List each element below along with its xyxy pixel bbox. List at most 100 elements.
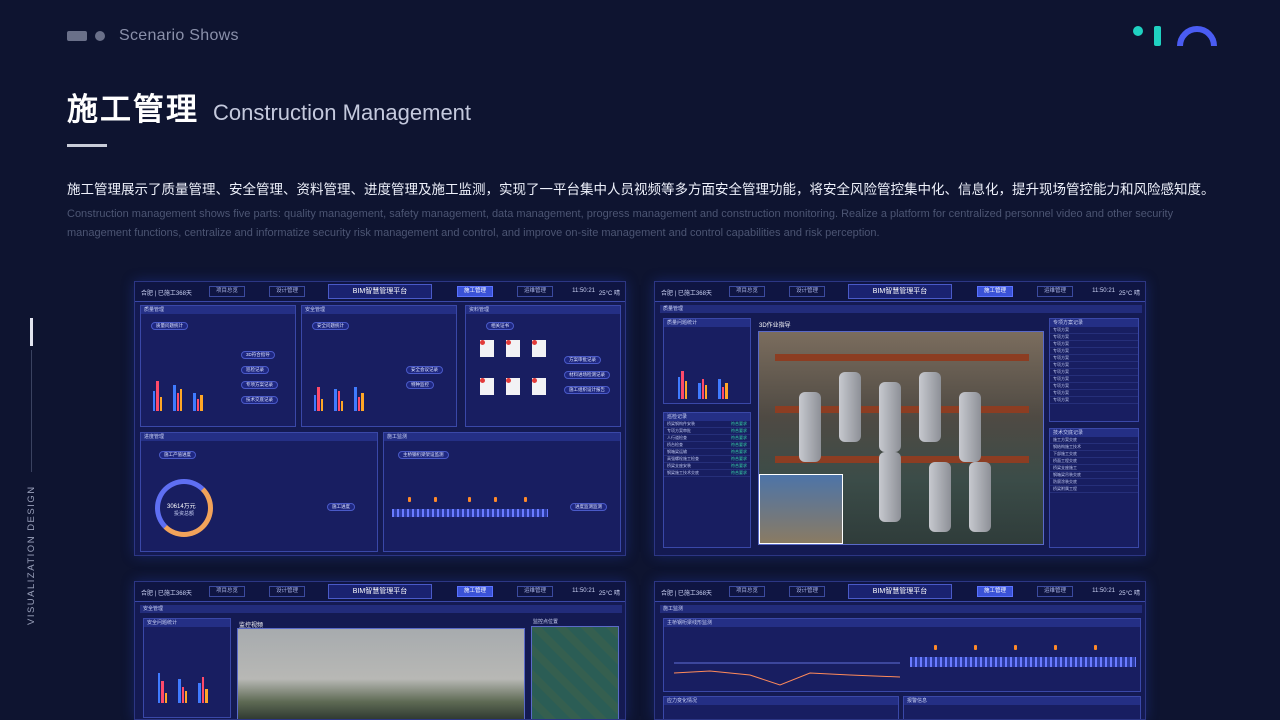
panel-title: 施工监测 [384,433,620,441]
nav-construction[interactable]: 施工管理 [977,586,1013,597]
plan-record-button[interactable]: 专项方案记录 [241,381,278,389]
nav-overview[interactable]: 项目总览 [729,286,765,297]
nav-overview[interactable]: 项目总览 [209,586,245,597]
title-divider [67,144,107,147]
monitor-button[interactable]: 进度监测监测 [570,503,607,511]
list-item[interactable]: 专项方案 [1050,327,1138,334]
list-item[interactable]: 施工方案交底 [1050,437,1138,444]
pdf-file-icon[interactable] [480,340,494,357]
org-design-button[interactable]: 施工组织设计报告 [564,386,610,394]
pile [839,372,861,442]
list-item[interactable]: 桥梁支座施工 [1050,465,1138,472]
monitor-map[interactable] [531,626,619,719]
panel-title: 质量问题统计 [664,319,750,327]
pdf-file-icon[interactable] [532,340,546,357]
dashboard-header: 合肥 | 已施工368天 项目总览 设计管理 BIM智慧管理平台 施工管理 运维… [135,582,625,602]
tech-record-button[interactable]: 技术交底记录 [241,396,278,404]
pile [919,372,941,442]
list-item[interactable]: 钢梁施工技术交底 符合要求 [664,470,750,477]
list-item[interactable]: 钢结构施工技术 [1050,444,1138,451]
list-item[interactable]: 防腐涂装交底 [1050,479,1138,486]
safety-bar-chart [158,659,208,703]
inspection-button[interactable]: 巡检记录 [241,366,269,374]
nav-design[interactable]: 设计管理 [269,286,305,297]
list-item[interactable]: 专项方案 [1050,390,1138,397]
list-item[interactable]: 桥梁钢构件安装 符合要求 [664,421,750,428]
nav-design[interactable]: 设计管理 [789,286,825,297]
dashboard-header: 合肥 | 已施工368天 项目总览 设计管理 BIM智慧管理平台 施工管理 运维… [135,282,625,302]
list-item[interactable]: 桥梁支座安装 符合要求 [664,463,750,470]
list-item[interactable]: 高强螺栓施工检查 符合要求 [664,456,750,463]
site-photo-inset[interactable] [759,474,843,544]
panel-title: 应力变化情况 [664,697,898,705]
list-item[interactable]: 桥面工程交底 [1050,458,1138,465]
safety-meeting-button[interactable]: 安全会议记录 [406,366,443,374]
section-dot-icon [95,31,105,41]
section-label: Scenario Shows [119,27,239,44]
clock-text: 11:50:21 [572,588,595,594]
guidance-button[interactable]: 3D符合指导 [241,351,275,359]
nav-design[interactable]: 设计管理 [269,586,305,597]
nav-operation[interactable]: 运维管理 [1037,286,1073,297]
nav-construction[interactable]: 施工管理 [457,586,493,597]
list-item[interactable]: 专项方案 [1050,348,1138,355]
line-monitor-panel: 主桥钢桁梁线形监测 [663,618,1141,692]
list-item[interactable]: 人行道检查 符合要求 [664,435,750,442]
monitor-point-icon[interactable] [934,645,937,650]
list-item[interactable]: 专项方案 [1050,334,1138,341]
dashboard-card-quality: 合肥 | 已施工368天 项目总览 设计管理 BIM智慧管理平台 施工管理 运维… [654,281,1146,556]
nav-overview[interactable]: 项目总览 [729,586,765,597]
monitor-point-icon[interactable] [408,497,411,502]
weather-text: 25°C 晴 [598,291,620,297]
nav-operation[interactable]: 运维管理 [517,286,553,297]
3d-guidance-view[interactable] [758,331,1044,545]
monitor-point-icon[interactable] [1054,645,1057,650]
monitor-point-icon[interactable] [1094,645,1097,650]
stress-panel: 应力变化情况 [663,696,899,719]
nav-construction[interactable]: 施工管理 [977,286,1013,297]
monitor-point-icon[interactable] [974,645,977,650]
material-check-button[interactable]: 材料进场检测记录 [564,371,610,379]
approval-record-button[interactable]: 方案审批记录 [564,356,601,364]
inspection-record-panel: 巡检记录 桥梁钢构件安装 符合要求 专项方案审批 符合要求 人行道检查 符合要求 桥台… [663,412,751,548]
list-item[interactable]: 下部施工交底 [1050,451,1138,458]
monitor-point-icon[interactable] [434,497,437,502]
pdf-file-icon[interactable] [480,378,494,395]
list-item[interactable]: 专项方案 [1050,369,1138,376]
nav-operation[interactable]: 运维管理 [517,586,553,597]
list-item[interactable]: 专项方案 [1050,376,1138,383]
monitor-point-icon[interactable] [494,497,497,502]
surveillance-video[interactable] [237,628,525,719]
brand-logo [1133,26,1223,50]
list-item[interactable]: 专项方案 [1050,397,1138,404]
logo-dot-icon [1133,26,1143,36]
list-item[interactable]: 钢箱梁吊装交底 [1050,472,1138,479]
progress-value-title: 施工产值进度 [159,451,196,459]
list-item[interactable]: 专项方案 [1050,362,1138,369]
list-item[interactable]: 专项方案 [1050,341,1138,348]
monitor-point-icon[interactable] [1014,645,1017,650]
description-cn: 施工管理展示了质量管理、安全管理、资料管理、进度管理及施工监测，实现了一平台集中… [67,182,1215,197]
special-monitor-button[interactable]: 特种监控 [406,381,434,389]
list-item[interactable]: 专项方案审批 符合要求 [664,428,750,435]
list-item[interactable]: 桥梁附属工程 [1050,486,1138,493]
pdf-file-icon[interactable] [532,378,546,395]
bridge-model [392,509,548,517]
list-item[interactable]: 桥台检查 符合要求 [664,442,750,449]
list-item[interactable]: 钢箱梁运输 符合要求 [664,449,750,456]
nav-overview[interactable]: 项目总览 [209,286,245,297]
progress-button[interactable]: 施工进度 [327,503,355,511]
nav-operation[interactable]: 运维管理 [1037,586,1073,597]
nav-construction[interactable]: 施工管理 [457,286,493,297]
panel-title: 主桥钢桁梁线形监测 [664,619,1140,627]
pdf-file-icon[interactable] [506,378,520,395]
panel-title: 技术交底记录 [1050,429,1138,437]
monitor-point-icon[interactable] [468,497,471,502]
nav-design[interactable]: 设计管理 [789,586,825,597]
list-item[interactable]: 专项方案 [1050,355,1138,362]
side-indicator-active [30,318,33,346]
list-item[interactable]: 专项方案 [1050,383,1138,390]
pdf-file-icon[interactable] [506,340,520,357]
monitor-point-icon[interactable] [524,497,527,502]
monitor-chart-title: 主桥钢桁梁架设监测 [398,451,449,459]
